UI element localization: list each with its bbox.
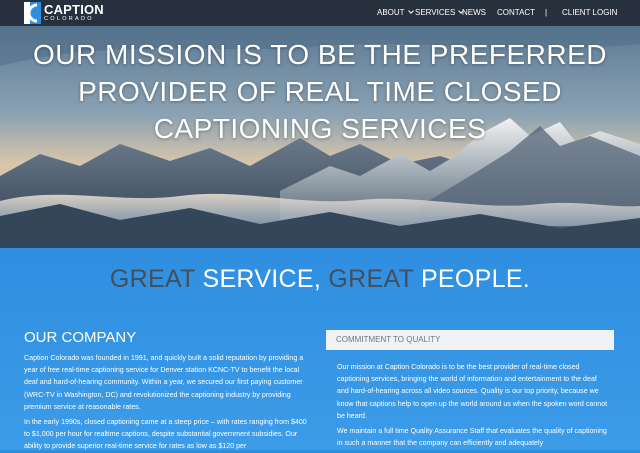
tagline-part-3: GREAT — [328, 265, 421, 293]
tagline-part-4: PEOPLE. — [420, 265, 531, 293]
logo-mark-icon — [24, 2, 41, 24]
chevron-down-icon — [407, 8, 414, 14]
nav-contact[interactable]: CONTACT — [497, 8, 535, 17]
logo-name: CAPTION — [44, 2, 104, 18]
hero-title: OUR MISSION IS TO BE THE PREFERRED PROVI… — [33, 39, 607, 144]
nav-about[interactable]: ABOUT — [377, 8, 414, 17]
hero-banner: OUR MISSION IS TO BE THE PREFERRED PROVI… — [0, 26, 640, 248]
commitment-heading-box: COMMITMENT TO QUALITY — [326, 330, 614, 350]
nav-news[interactable]: NEWS — [462, 8, 486, 17]
nav-divider: | — [545, 8, 548, 17]
our-company-heading: OUR COMPANY — [24, 329, 137, 346]
tagline: GREAT SERVICE, GREAT PEOPLE. — [0, 265, 640, 294]
caption-colorado-logo[interactable]: CAPTION COLORADO — [24, 0, 104, 26]
nav-client-login[interactable]: CLIENT LOGIN — [562, 8, 617, 17]
nav-services[interactable]: SERVICES — [415, 8, 465, 17]
company-paragraph: Caption Colorado was founded in 1991, an… — [24, 354, 304, 411]
commitment-paragraph: We maintain a full time Quality Assuranc… — [337, 427, 607, 448]
site-header: CAPTION COLORADO ABOUT SERVICES NEWS CON… — [0, 0, 640, 26]
tagline-part-1: GREAT — [109, 265, 203, 293]
tagline-part-2: SERVICE, — [202, 265, 329, 293]
company-paragraph: In the early 1990s, closed captioning ca… — [24, 418, 307, 451]
logo-subtitle: COLORADO — [44, 16, 94, 23]
commitment-paragraph: Our mission at Caption Colorado is to be… — [337, 363, 608, 420]
